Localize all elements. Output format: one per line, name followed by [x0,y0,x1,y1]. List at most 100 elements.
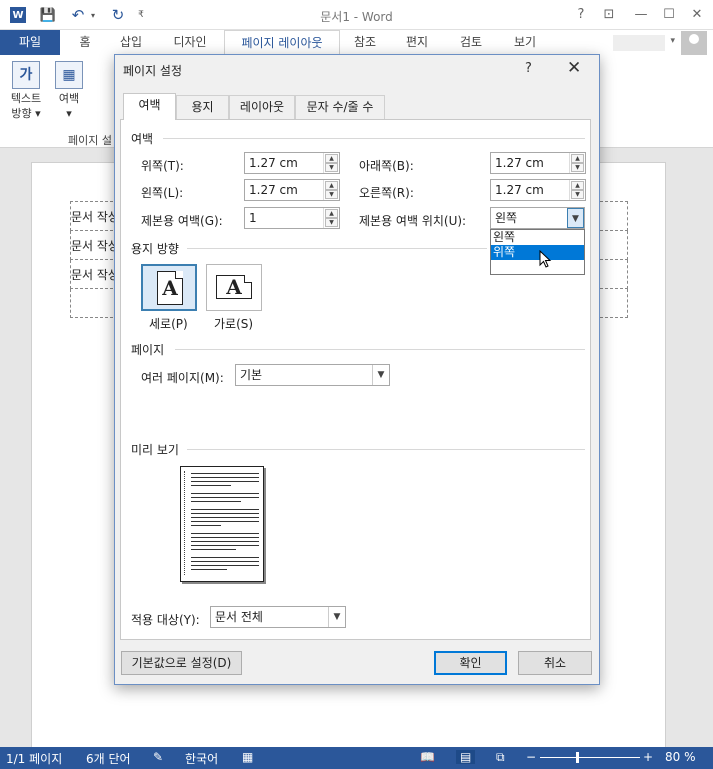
tab-margins[interactable]: 여백 [123,93,176,120]
gutter-value: 1 [249,211,257,225]
tab-references[interactable]: 참조 [344,30,386,55]
tab-layout[interactable]: 레이아웃 [229,95,295,119]
preview-line [191,493,259,494]
set-as-default-button[interactable]: 기본값으로 설정(D) [121,651,242,675]
preview-line [191,565,259,566]
right-margin-input[interactable]: 1.27 cm ▲ ▼ [490,179,586,201]
spin-down-icon[interactable]: ▼ [571,190,584,199]
section-divider [163,138,585,139]
avatar[interactable] [681,31,707,55]
section-divider [187,449,585,450]
bottom-margin-input[interactable]: 1.27 cm ▲ ▼ [490,152,586,174]
gutter-marker [184,471,185,575]
language[interactable]: 한국어 [185,750,218,767]
gutter-input[interactable]: 1 ▲ ▼ [244,207,340,229]
word-count[interactable]: 6개 단어 [86,750,131,767]
dropdown-empty-space [491,260,584,274]
page-setup-dialog: 페이지 설정 ? ✕ 여백 용지 레이아웃 문자 수/줄 수 여백 위쪽(T):… [114,54,600,685]
page-count[interactable]: 1/1 페이지 [6,750,62,767]
preview-line [191,521,259,522]
spin-up-icon[interactable]: ▲ [325,154,338,163]
preview-section-title: 미리 보기 [131,443,179,457]
tab-review[interactable]: 검토 [450,30,492,55]
maximize-button[interactable]: ☐ [660,6,678,24]
user-name[interactable] [613,35,665,51]
user-dropdown-icon[interactable]: ▾ [670,36,675,46]
tab-paper[interactable]: 용지 [176,95,229,119]
preview-line [191,485,231,486]
text-direction-icon: 가 [12,61,40,89]
help-button[interactable]: ? [572,6,590,24]
dialog-close-button[interactable]: ✕ [567,58,581,78]
margins-button[interactable]: ▦ 여백 ▾ [52,61,86,121]
gutter-position-select[interactable]: 왼쪽 ▼ [490,207,585,229]
dropdown-option-top[interactable]: 위쪽 [491,245,584,260]
chevron-down-icon[interactable]: ▼ [372,365,389,385]
dialog-title: 페이지 설정 [123,64,183,78]
orientation-section-title: 용지 방향 [131,242,179,256]
dropdown-option-left[interactable]: 왼쪽 [491,230,584,245]
preview-line [191,561,259,562]
tab-home[interactable]: 홈 [70,30,100,55]
portrait-label[interactable]: 세로(P) [149,315,188,332]
top-margin-input[interactable]: 1.27 cm ▲ ▼ [244,152,340,174]
spin-up-icon[interactable]: ▲ [325,209,338,218]
top-margin-label: 위쪽(T): [141,159,184,173]
landscape-option[interactable]: A [206,264,262,311]
title-bar: W 💾 ↶ ▾ ↻ ₹ 문서1 - Word ? ⊡ — ☐ ✕ [0,0,713,30]
tab-design[interactable]: 디자인 [164,30,216,55]
preview-line [191,541,259,542]
apply-to-select[interactable]: 문서 전체 ▼ [210,606,346,628]
spin-down-icon[interactable]: ▼ [571,163,584,172]
preview-line [191,549,236,550]
page-setup-group-label: 페이지 설 [68,134,112,147]
tab-mailings[interactable]: 편지 [396,30,438,55]
margins-label: 여백 [58,92,80,105]
tab-page-layout[interactable]: 페이지 레이아웃 [224,30,340,55]
ok-button[interactable]: 확인 [434,651,507,675]
tab-file[interactable]: 파일 [0,30,60,55]
web-layout-icon[interactable]: ⧉ [496,750,505,765]
print-layout-icon[interactable]: ▤ [456,750,476,764]
ribbon-display-options-button[interactable]: ⊡ [600,6,618,24]
text-direction-label: 텍스트 [10,92,42,105]
tab-document-grid[interactable]: 문자 수/줄 수 [295,95,385,119]
mouse-pointer-icon [539,250,552,268]
macro-icon[interactable]: ▦ [242,750,253,764]
minimize-button[interactable]: — [632,6,650,24]
zoom-in-icon[interactable]: + [643,750,653,764]
close-button[interactable]: ✕ [688,6,706,24]
preview-line [191,525,221,526]
text-direction-button[interactable]: 가 텍스트 방향 ▾ [6,61,46,121]
spin-down-icon[interactable]: ▼ [325,163,338,172]
tab-insert[interactable]: 삽입 [110,30,152,55]
chevron-down-icon[interactable]: ▼ [567,208,584,228]
cancel-button[interactable]: 취소 [518,651,592,675]
spin-down-icon[interactable]: ▼ [325,190,338,199]
tab-view[interactable]: 보기 [504,30,546,55]
right-margin-label: 오른쪽(R): [359,186,414,200]
spin-down-icon[interactable]: ▼ [325,218,338,227]
landscape-label[interactable]: 가로(S) [214,315,253,332]
chevron-down-icon[interactable]: ▼ [328,607,345,627]
zoom-slider-thumb[interactable] [576,752,579,763]
proofing-icon[interactable]: ✎ [153,750,163,764]
preview-line [191,513,259,514]
gutter-position-label: 제본용 여백 위치(U): [359,214,467,228]
zoom-level[interactable]: 80 % [665,750,696,764]
multiple-pages-select[interactable]: 기본 ▼ [235,364,390,386]
left-margin-input[interactable]: 1.27 cm ▲ ▼ [244,179,340,201]
spin-up-icon[interactable]: ▲ [571,181,584,190]
portrait-option[interactable]: A [141,264,197,311]
status-bar: 1/1 페이지 6개 단어 ✎ 한국어 ▦ 📖 ▤ ⧉ − + 80 % [0,747,713,769]
zoom-slider[interactable] [540,757,640,758]
read-mode-icon[interactable]: 📖 [420,750,435,764]
spin-up-icon[interactable]: ▲ [571,154,584,163]
bottom-margin-value: 1.27 cm [495,156,544,170]
zoom-out-icon[interactable]: − [526,750,536,764]
spin-up-icon[interactable]: ▲ [325,181,338,190]
dialog-help-button[interactable]: ? [525,61,532,76]
preview-line [191,537,259,538]
left-margin-value: 1.27 cm [249,183,298,197]
section-divider [187,248,487,249]
